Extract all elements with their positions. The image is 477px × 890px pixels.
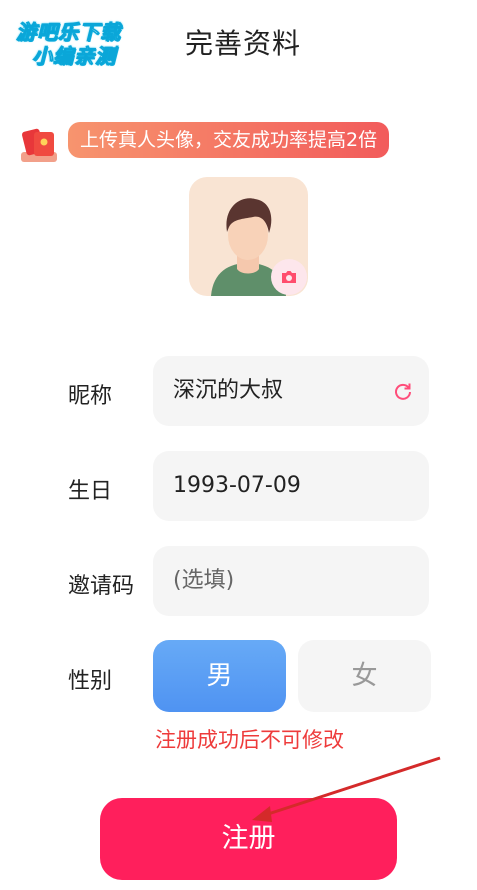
birthday-field[interactable]: 1993-07-09 bbox=[153, 451, 429, 521]
nickname-value: 深沉的大叔 bbox=[173, 378, 284, 403]
invite-code-label: 邀请码 bbox=[68, 574, 135, 599]
invite-code-placeholder: (选填) bbox=[173, 568, 235, 593]
red-envelope-icon bbox=[21, 128, 57, 162]
gender-female-button[interactable]: 女 bbox=[298, 640, 431, 712]
watermark-line2: 小编亲测 bbox=[32, 44, 116, 69]
invite-code-field[interactable]: (选填) bbox=[153, 546, 429, 616]
register-button[interactable]: 注册 bbox=[100, 798, 397, 880]
birthday-label: 生日 bbox=[68, 479, 113, 504]
upload-tip: 上传真人头像，交友成功率提高2倍 bbox=[18, 122, 438, 164]
gender-label: 性别 bbox=[68, 669, 113, 694]
camera-icon[interactable] bbox=[271, 259, 307, 295]
refresh-icon[interactable] bbox=[393, 381, 413, 401]
birthday-value: 1993-07-09 bbox=[173, 473, 301, 498]
gender-notice: 注册成功后不可修改 bbox=[155, 728, 344, 752]
nickname-field[interactable]: 深沉的大叔 bbox=[153, 356, 429, 426]
watermark-logo: 游吧乐下载 小编亲测 bbox=[10, 10, 150, 69]
nickname-label: 昵称 bbox=[68, 384, 113, 409]
gender-male-button[interactable]: 男 bbox=[153, 640, 286, 712]
tip-badge: 上传真人头像，交友成功率提高2倍 bbox=[68, 122, 390, 158]
page-title: 完善资料 bbox=[185, 27, 302, 60]
